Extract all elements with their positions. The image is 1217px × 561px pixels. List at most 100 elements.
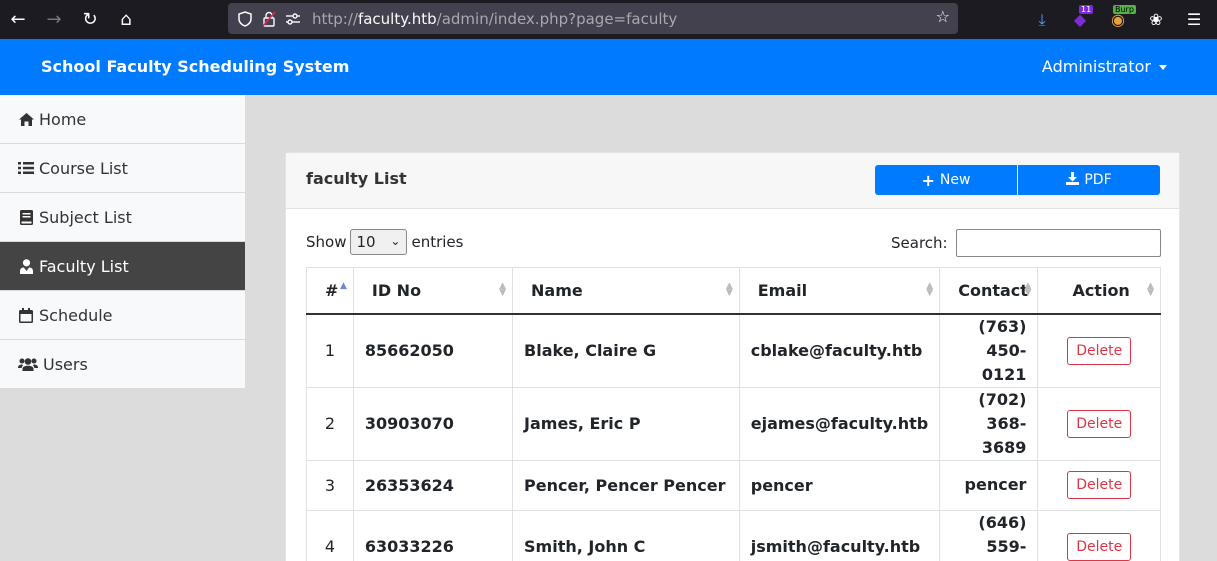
home-icon [17, 112, 35, 127]
delete-button[interactable]: Delete [1067, 532, 1132, 561]
row-number: 4 [306, 509, 354, 561]
list-icon [17, 161, 35, 175]
action-cell: Delete [1037, 386, 1161, 461]
search-input[interactable] [955, 229, 1161, 257]
user-dropdown[interactable]: Administrator [1042, 57, 1167, 76]
sidebar-item-label: Subject List [39, 207, 132, 227]
row-number: 1 [306, 313, 354, 388]
sidebar-item-users[interactable]: Users [0, 340, 245, 389]
action-cell: Delete [1037, 459, 1161, 511]
bookmark-star-icon[interactable]: ☆ [936, 7, 950, 26]
action-cell: Delete [1037, 509, 1161, 561]
search-label: Search: [891, 234, 948, 252]
col-action[interactable]: Action ▲ ▼ [1037, 267, 1161, 315]
extension-icon[interactable]: ◆ 11 [1063, 3, 1097, 37]
url-text: http://faculty.htb/admin/index.php?page=… [312, 9, 678, 28]
faculty-card: faculty List + New PDF Show 10 ⌄ entries … [285, 152, 1180, 561]
home-browser-icon[interactable]: ⌂ [108, 2, 144, 38]
id-cell: 85662050 [352, 313, 514, 388]
user-name: Administrator [1041, 57, 1151, 76]
delete-button[interactable]: Delete [1067, 409, 1132, 438]
brand-title: School Faculty Scheduling System [41, 57, 350, 76]
col-email[interactable]: Email ▲ ▼ [738, 267, 941, 315]
entries-label: entries [411, 233, 464, 251]
contact-cell: (646)559-9192 [939, 509, 1039, 561]
show-label: Show [306, 233, 347, 251]
delete-button[interactable]: Delete [1067, 471, 1132, 499]
book-icon [17, 209, 35, 225]
col-contact[interactable]: Contact ▲ ▼ [939, 267, 1039, 315]
sidebar: Home Course List Subject List Faculty Li… [0, 95, 245, 389]
faculty-table: # ▲ ID No ▲ ▼ Name ▲ ▼ Email ▲ ▼ Contact ▲ ▼ Acti… [306, 267, 1161, 561]
id-cell: 63033226 [352, 509, 514, 561]
sidebar-item-schedule[interactable]: Schedule [0, 291, 245, 340]
col-number[interactable]: # ▲ [306, 267, 354, 315]
new-button[interactable]: + New [875, 165, 1017, 195]
card-title: faculty List [306, 169, 407, 188]
name-cell: Smith, John C [512, 509, 740, 561]
col-id-no[interactable]: ID No ▲ ▼ [352, 267, 514, 315]
back-icon[interactable]: ← [0, 2, 36, 38]
pdf-button[interactable]: PDF [1018, 165, 1160, 195]
email-cell: pencer [738, 459, 941, 511]
pdf-button-label: PDF [1084, 172, 1112, 188]
download-icon[interactable]: ⤓ [1025, 3, 1059, 37]
id-cell: 30903070 [352, 386, 514, 461]
sort-icon: ▲ ▼ [1024, 281, 1032, 298]
users-icon [17, 357, 39, 371]
row-number: 3 [306, 459, 354, 511]
download-icon [1066, 171, 1080, 189]
card-header: faculty List + New PDF [286, 153, 1179, 209]
plus-icon: + [921, 170, 935, 190]
table-row: 2 30903070 James, Eric P ejames@faculty.… [306, 386, 1161, 461]
sort-icon: ▲ [339, 281, 347, 291]
calendar-icon [17, 307, 35, 323]
caret-down-icon [1159, 65, 1167, 70]
sidebar-item-course-list[interactable]: Course List [0, 144, 245, 193]
app-navbar: School Faculty Scheduling System Adminis… [0, 39, 1217, 95]
action-cell: Delete [1037, 313, 1161, 388]
name-cell: James, Eric P [512, 386, 740, 461]
new-button-label: New [939, 172, 971, 188]
reload-icon[interactable]: ↻ [72, 2, 108, 38]
contact-cell: pencer [939, 459, 1039, 511]
sort-icon: ▲ ▼ [725, 281, 733, 298]
col-name[interactable]: Name ▲ ▼ [512, 267, 740, 315]
contact-cell: (763) 450-0121 [939, 313, 1039, 388]
cookie-icon[interactable]: ❀ [1139, 3, 1173, 37]
browser-toolbar: ← → ↻ ⌂ http://faculty.htb/admin/index.p… [0, 0, 1217, 39]
name-cell: Blake, Claire G [512, 313, 740, 388]
sort-icon: ▲ ▼ [1147, 281, 1154, 298]
permissions-icon[interactable] [282, 8, 304, 30]
sidebar-item-home[interactable]: Home [0, 95, 245, 144]
sidebar-item-label: Home [39, 109, 87, 129]
table-row: 1 85662050 Blake, Claire G cblake@facult… [306, 313, 1161, 388]
extension-badge: 11 [1079, 4, 1094, 14]
entries-control: Show 10 ⌄ entries [306, 229, 463, 255]
forward-icon[interactable]: → [36, 2, 72, 38]
table-row: 4 63033226 Smith, John C jsmith@faculty.… [306, 509, 1161, 561]
menu-icon[interactable]: ☰ [1177, 3, 1211, 37]
sidebar-item-label: Faculty List [39, 256, 129, 276]
row-number: 2 [306, 386, 354, 461]
name-cell: Pencer, Pencer Pencer [512, 459, 740, 511]
email-cell: cblake@faculty.htb [738, 313, 941, 388]
contact-cell: (702) 368-3689 [939, 386, 1039, 461]
shield-icon[interactable] [234, 8, 256, 30]
table-row: 3 26353624 Pencer, Pencer Pencer pencer … [306, 459, 1161, 511]
entries-select[interactable]: 10 ⌄ [350, 229, 408, 255]
sidebar-item-subject-list[interactable]: Subject List [0, 193, 245, 242]
email-cell: jsmith@faculty.htb [738, 509, 941, 561]
address-bar[interactable]: http://faculty.htb/admin/index.php?page=… [228, 3, 958, 34]
sort-icon: ▲ ▼ [926, 281, 934, 298]
insecure-lock-icon[interactable] [258, 8, 280, 30]
id-cell: 26353624 [352, 459, 514, 511]
sidebar-item-label: Users [43, 354, 88, 374]
burp-extension-icon[interactable]: ◉ Burp [1101, 3, 1136, 37]
sort-icon: ▲ ▼ [499, 281, 507, 298]
delete-button[interactable]: Delete [1067, 336, 1132, 365]
sidebar-item-label: Course List [39, 158, 128, 178]
table-header-row: # ▲ ID No ▲ ▼ Name ▲ ▼ Email ▲ ▼ Contact ▲ ▼ Acti… [306, 267, 1161, 315]
sidebar-item-label: Schedule [39, 305, 113, 325]
sidebar-item-faculty-list[interactable]: Faculty List [0, 242, 245, 291]
